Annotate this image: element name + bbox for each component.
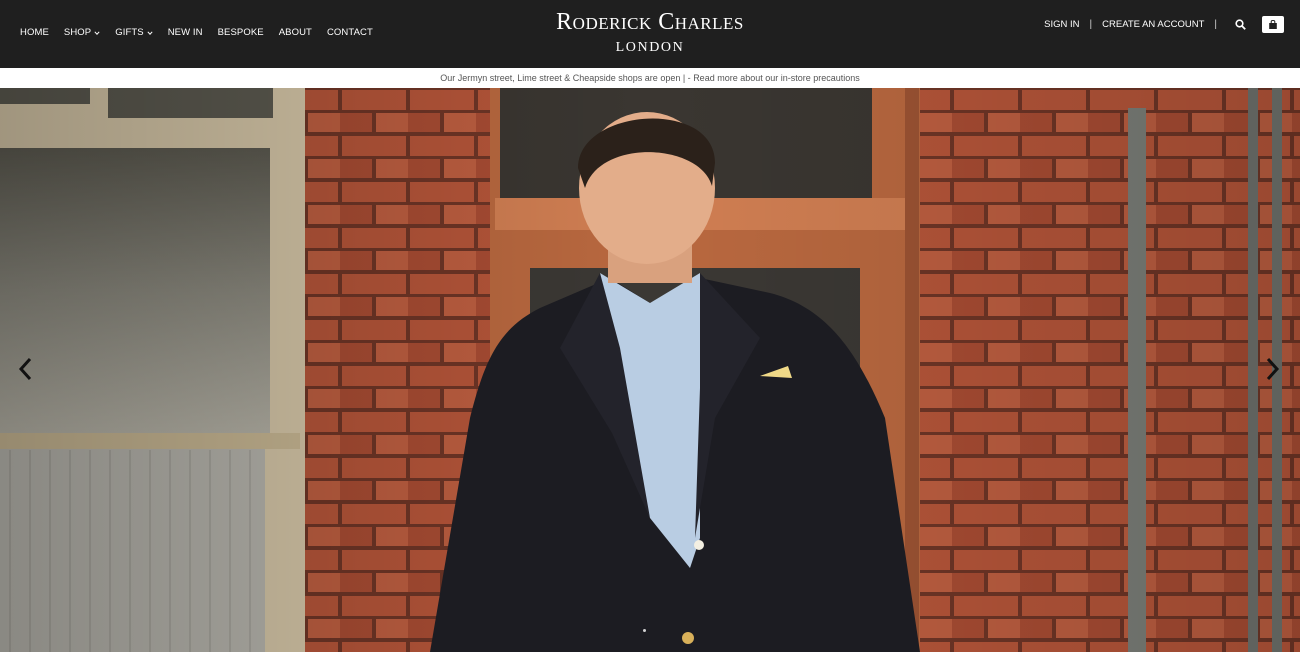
announcement-bar: Our Jermyn street, Lime street & Cheapsi… [0, 68, 1300, 88]
hero-image [0, 88, 1300, 652]
sign-in-link[interactable]: SIGN IN [1044, 19, 1079, 30]
hero-carousel [0, 88, 1300, 652]
nav-item-home[interactable]: HOME [20, 27, 49, 38]
nav-item-label: HOME [20, 27, 49, 38]
brand-city: LONDON [615, 40, 685, 55]
separator: | [1089, 19, 1093, 30]
nav-item-about[interactable]: ABOUT [279, 27, 312, 38]
nav-item-label: SHOP [63, 27, 92, 38]
chevron-right-icon[interactable] [1262, 354, 1282, 384]
main-nav: HOME SHOP GIFTS NEW IN BESPOKE ABOUT CON… [20, 27, 388, 38]
carousel-indicators [640, 629, 649, 632]
nav-item-label: CONTACT [326, 27, 373, 38]
nav-item-contact[interactable]: CONTACT [327, 27, 373, 38]
nav-item-label: NEW IN [167, 27, 203, 38]
chevron-down-icon [147, 30, 153, 35]
nav-item-gifts[interactable]: GIFTS [115, 27, 153, 38]
announcement-text: Our Jermyn street, Lime street & Cheapsi… [440, 73, 694, 83]
chevron-left-icon[interactable] [16, 354, 36, 384]
create-account-link[interactable]: CREATE AN ACCOUNT [1102, 19, 1204, 30]
search-icon[interactable] [1235, 19, 1246, 30]
nav-item-bespoke[interactable]: BESPOKE [218, 27, 264, 38]
nav-item-label: BESPOKE [217, 27, 264, 38]
basket-button[interactable] [1262, 16, 1284, 33]
nav-item-label: GIFTS [115, 27, 144, 38]
account-links: SIGN IN | CREATE AN ACCOUNT | [1044, 16, 1284, 33]
nav-item-label: ABOUT [278, 27, 312, 38]
nav-item-new-in[interactable]: NEW IN [168, 27, 203, 38]
precautions-link[interactable]: Read more about our in-store precautions [693, 73, 860, 83]
basket-icon [1269, 20, 1277, 29]
separator: | [1214, 19, 1217, 30]
chevron-down-icon [94, 30, 100, 35]
site-header: HOME SHOP GIFTS NEW IN BESPOKE ABOUT CON… [0, 0, 1300, 68]
nav-item-shop[interactable]: SHOP [64, 27, 100, 38]
carousel-dot[interactable] [643, 629, 646, 632]
